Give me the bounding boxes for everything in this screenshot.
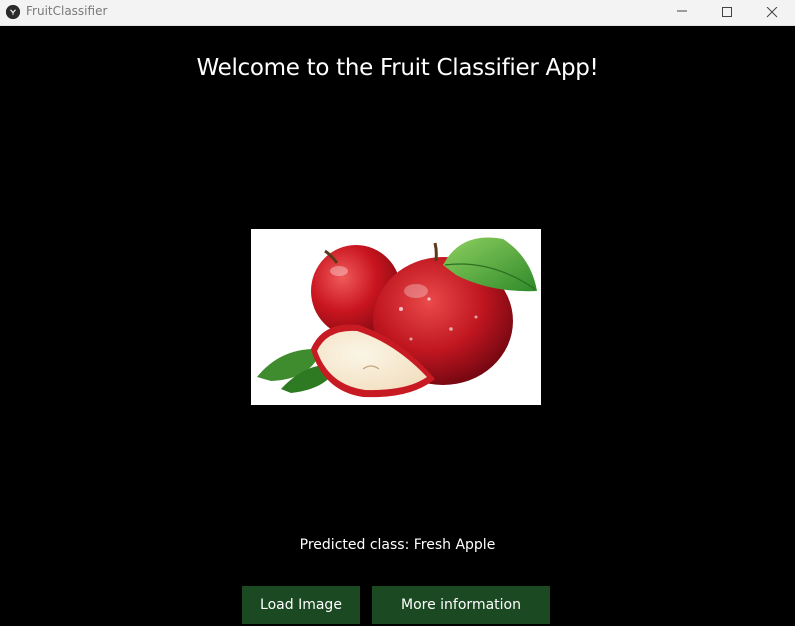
kivy-logo-icon [6,5,20,19]
fruit-image [251,229,541,405]
title-bar[interactable]: FruitClassifier [0,0,795,26]
app-window: FruitClassifier Welcome to the Fruit Cla… [0,0,795,626]
more-information-button[interactable]: More information [372,586,550,624]
maximize-button[interactable] [704,0,750,25]
maximize-icon [722,7,732,17]
minimize-button[interactable] [659,0,705,25]
prediction-label: Predicted class: Fresh Apple [299,537,496,553]
welcome-heading: Welcome to the Fruit Classifier App! [196,55,599,81]
minimize-icon [677,10,687,12]
close-icon [766,7,778,18]
load-image-button[interactable]: Load Image [242,586,360,624]
close-button[interactable] [749,0,795,25]
apple-photo-icon [251,229,541,405]
window-title: FruitClassifier [26,4,108,18]
